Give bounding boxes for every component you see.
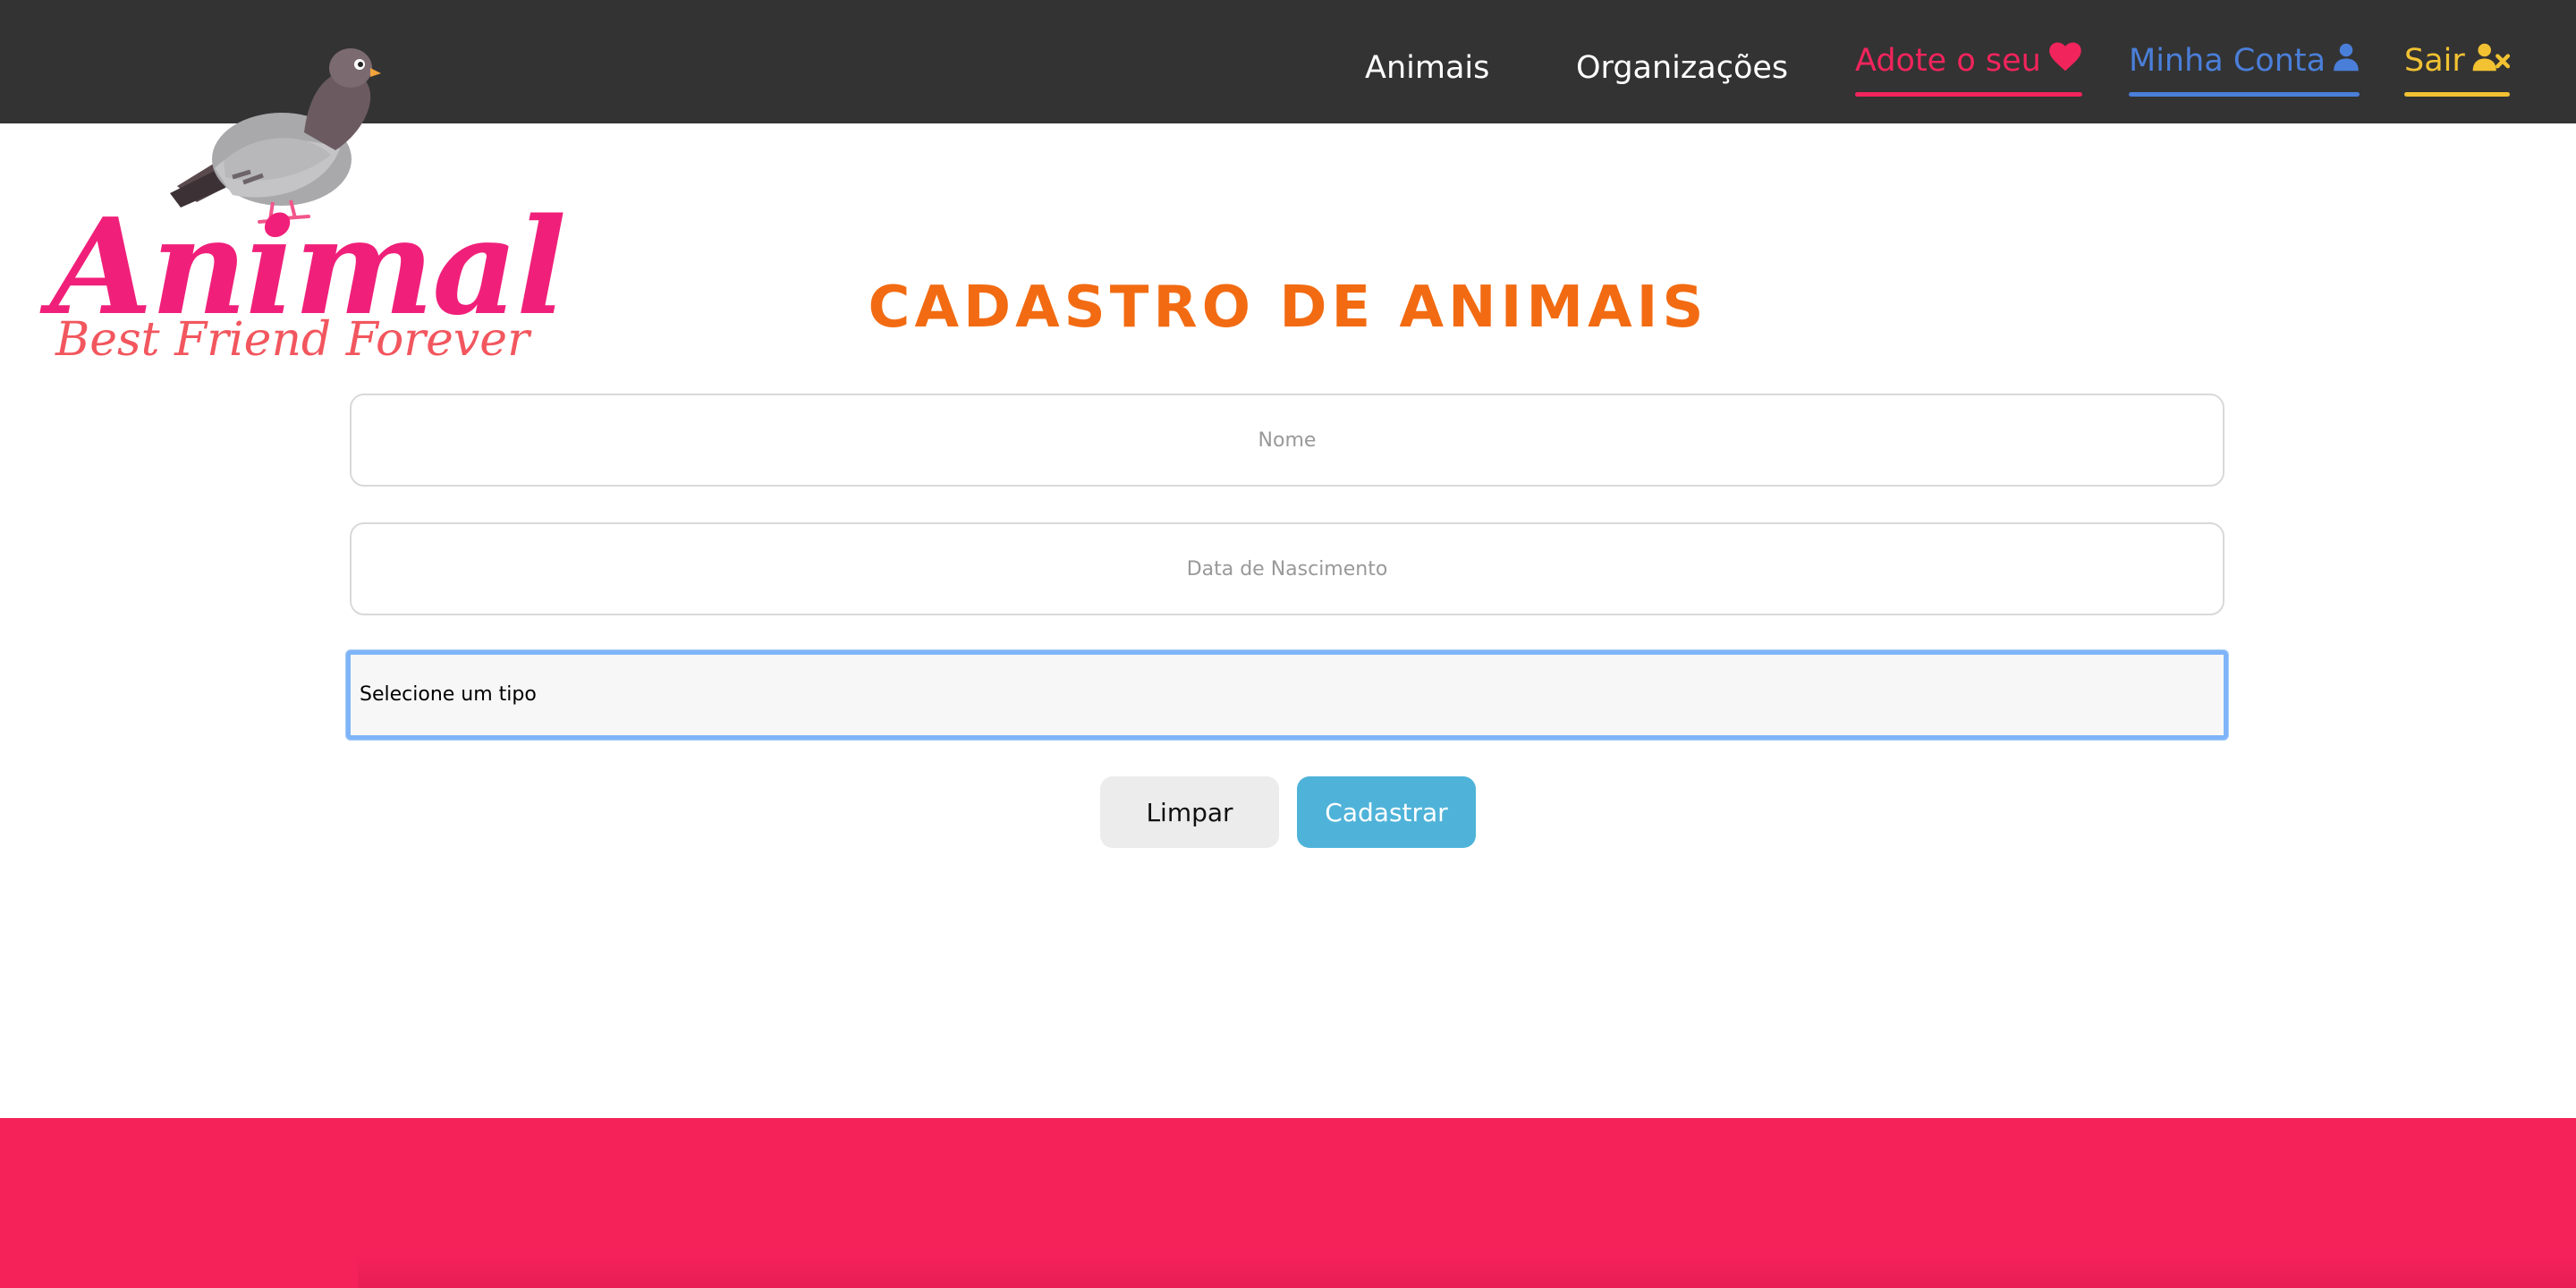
nav-link-sair-label: Sair [2404,43,2465,79]
data-nascimento-input[interactable] [350,522,2224,615]
nome-input[interactable] [350,394,2224,487]
tipo-select[interactable]: Selecione um tipo [346,650,2228,740]
user-icon [2333,35,2360,89]
nav-link-animais[interactable]: Animais [1365,41,1489,95]
page-title: CADASTRO DE ANIMAIS [868,275,1708,341]
nav-link-minha-conta[interactable]: Minha Conta [2129,34,2360,97]
footer-shadow [358,1252,2576,1288]
nav-link-sair[interactable]: Sair [2404,34,2510,97]
nav-link-adote[interactable]: Adote o seu [1855,34,2082,97]
nav-link-adote-label: Adote o seu [1855,43,2041,79]
heart-icon [2048,35,2082,89]
cadastrar-button[interactable]: Cadastrar [1297,776,1476,848]
footer [0,1118,2576,1288]
page: Animais Organizações Adote o seu Minha C… [0,0,2576,1288]
nav-link-conta-label: Minha Conta [2129,43,2326,79]
user-remove-icon [2472,35,2510,89]
limpar-button[interactable]: Limpar [1100,776,1279,848]
tipo-select-value: Selecione um tipo [360,683,537,706]
nav-link-organizacoes[interactable]: Organizações [1576,41,1788,95]
